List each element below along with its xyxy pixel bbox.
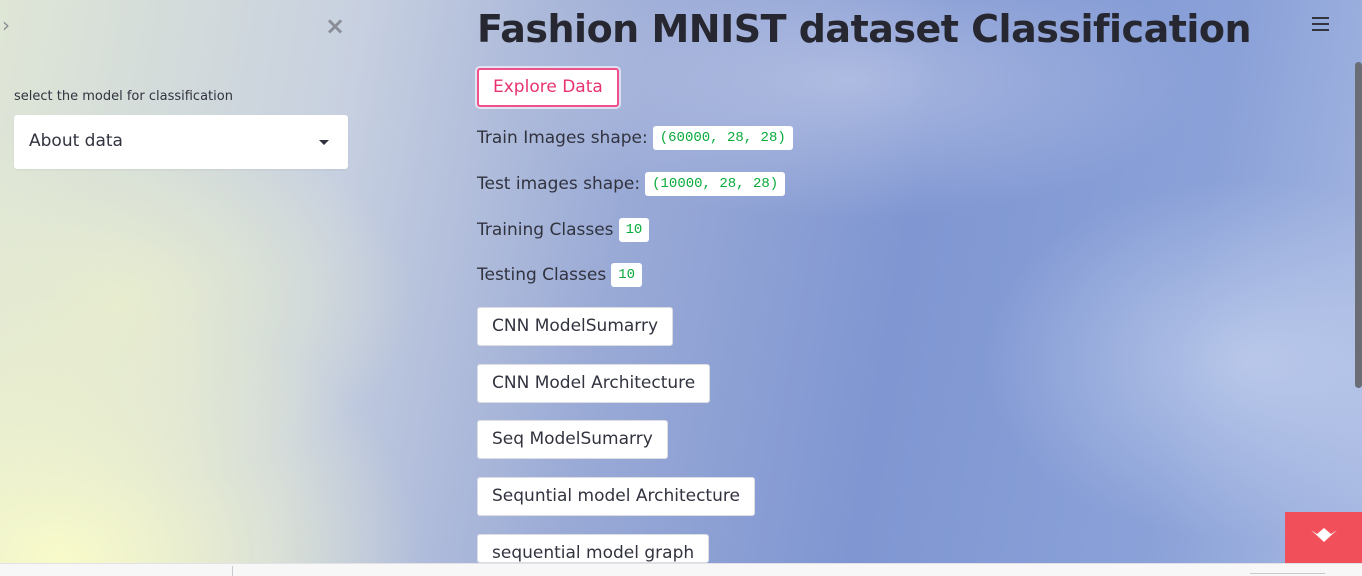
bottom-divider (232, 566, 233, 576)
stat-value: (60000, 28, 28) (652, 126, 793, 150)
page-title: Fashion MNIST dataset Classification (477, 7, 1252, 51)
stat-label: Test images shape: (477, 174, 641, 194)
cnn-model-architecture-button[interactable]: CNN Model Architecture (477, 364, 711, 403)
seq-model-summary-button[interactable]: Seq ModelSumarry (477, 420, 668, 459)
hamburger-menu-icon[interactable] (1312, 17, 1332, 37)
scrollbar[interactable] (1355, 62, 1362, 388)
chevron-down-icon (319, 140, 329, 145)
model-select-value: About data (29, 131, 123, 151)
explore-data-button[interactable]: Explore Data (477, 68, 619, 107)
stat-training-classes: Training Classes 10 (477, 218, 650, 242)
stat-label: Training Classes (477, 220, 614, 240)
model-select-label: select the model for classification (14, 89, 233, 104)
stat-value: 10 (611, 263, 643, 287)
stat-test-shape: Test images shape: (10000, 28, 28) (477, 172, 786, 196)
streamlit-logo-icon (1311, 528, 1337, 542)
expand-sidebar-icon[interactable]: › (2, 14, 16, 36)
sequential-model-architecture-button[interactable]: Sequntial model Architecture (477, 477, 755, 516)
close-sidebar-icon[interactable]: × (324, 14, 346, 38)
stat-testing-classes: Testing Classes 10 (477, 263, 643, 287)
streamlit-logo-badge[interactable] (1285, 512, 1362, 564)
stat-value: 10 (618, 218, 650, 242)
stat-label: Train Images shape: (477, 128, 648, 148)
stat-train-shape: Train Images shape: (60000, 28, 28) (477, 126, 793, 150)
sequential-model-graph-button[interactable]: sequential model graph (477, 534, 710, 563)
stat-value: (10000, 28, 28) (645, 172, 786, 196)
stat-label: Testing Classes (477, 265, 607, 285)
cnn-model-summary-button[interactable]: CNN ModelSumarry (477, 307, 674, 346)
model-select[interactable]: About data (14, 115, 348, 169)
bottom-bar (0, 563, 1362, 576)
